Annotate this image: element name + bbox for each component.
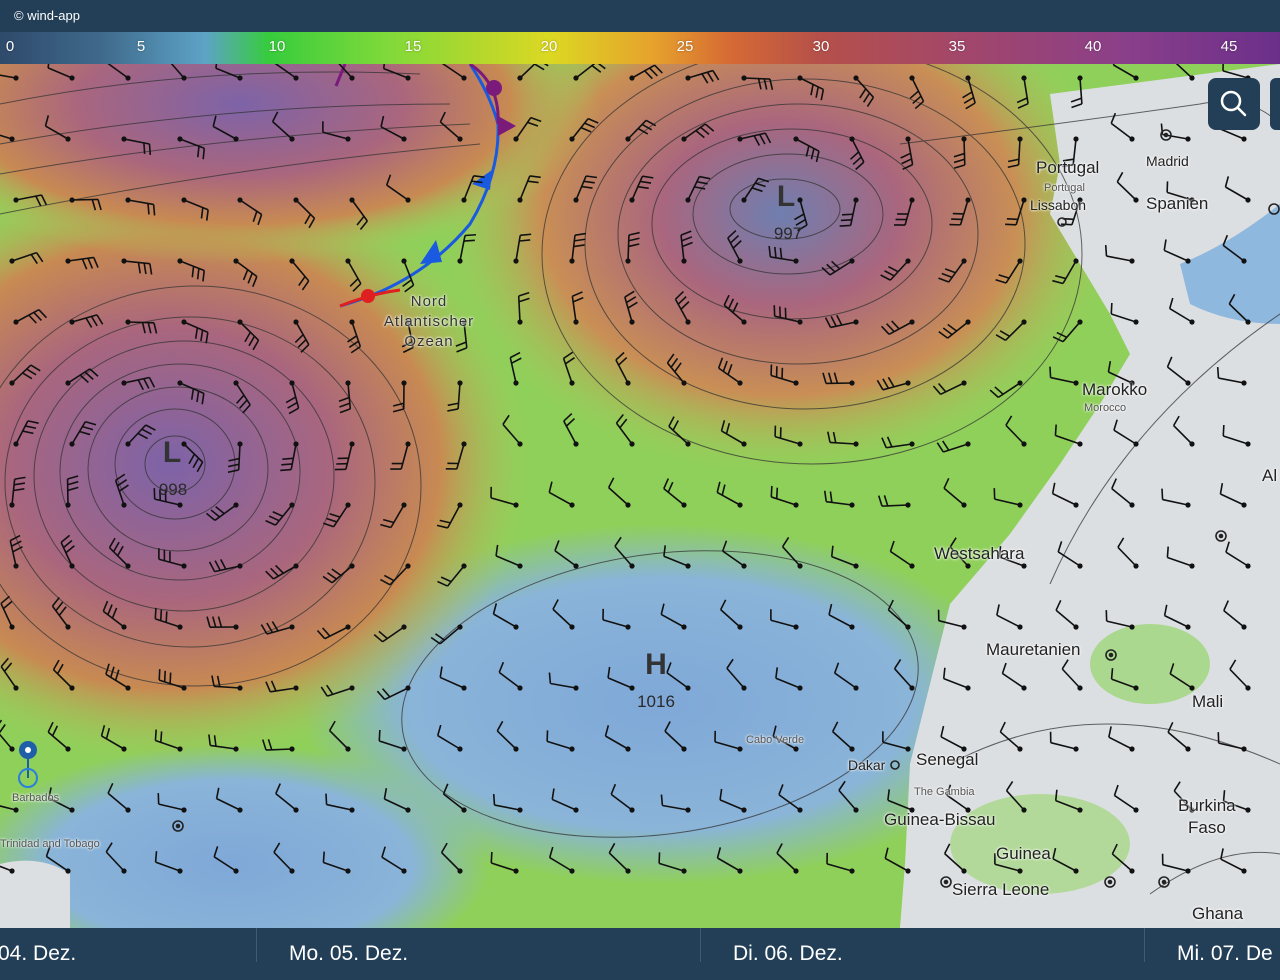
country-label-mauretanien: Mauretanien (986, 640, 1081, 659)
country-label-sierra-leone: Sierra Leone (952, 880, 1050, 899)
scale-tick: 45 (1220, 38, 1238, 55)
island-label-cabo-verde: Cabo Verde (746, 734, 805, 746)
scale-tick: 15 (404, 38, 422, 55)
wind-speed-scale: 0 5 10 15 20 25 30 35 40 45 (0, 32, 1280, 64)
wind-map[interactable]: L 997 L 998 H 1016 Nord Atlantischer Oze… (0, 64, 1280, 928)
country-label-westsahara: Westsahara (934, 544, 1025, 563)
top-bar: © wind-app (0, 0, 1280, 32)
country-label-spanien: Spanien (1146, 194, 1209, 213)
country-label-small: Morocco (1084, 402, 1127, 414)
city-label-madrid: Madrid (1146, 153, 1189, 169)
island-label-trinidad: Trinidad and Tobago (0, 838, 100, 850)
pressure-symbol-low: L (162, 436, 182, 469)
timeline-day[interactable]: Di. 06. Dez. (733, 942, 843, 966)
city-label-dakar: Dakar (848, 757, 886, 773)
timeline-day[interactable]: 04. Dez. (0, 942, 76, 966)
search-button[interactable] (1208, 78, 1260, 130)
country-label-small: Portugal (1044, 182, 1085, 194)
timeline-separator (1144, 928, 1145, 962)
map-layer (0, 64, 1280, 928)
pressure-value: 998 (158, 480, 188, 499)
ocean-label-line: Ozean (404, 333, 454, 350)
scale-tick: 5 (136, 38, 146, 55)
occluded-front-marker (486, 80, 502, 96)
ocean-label-line: Atlantischer (383, 313, 475, 330)
pressure-value: 997 (773, 224, 803, 243)
country-label-ghana: Ghana (1192, 904, 1244, 923)
country-label-portugal: Portugal (1036, 158, 1100, 177)
timeline-separator (700, 928, 701, 962)
country-label-guinea: Guinea (996, 844, 1051, 863)
country-label-burkina-faso: Burkina (1178, 796, 1236, 815)
island-label-barbados: Barbados (12, 792, 60, 804)
credit-text: © wind-app (14, 8, 80, 23)
country-label-burkina-faso: Faso (1188, 818, 1226, 837)
search-icon (1220, 90, 1247, 117)
country-label-marokko: Marokko (1082, 380, 1148, 399)
timeline-day[interactable]: Mi. 07. De (1177, 942, 1273, 966)
scale-tick: 20 (540, 38, 558, 55)
scale-tick: 10 (268, 38, 286, 55)
scale-tick: 35 (948, 38, 966, 55)
scale-tick: 30 (812, 38, 830, 55)
country-label-mali: Mali (1192, 692, 1224, 711)
pressure-symbol-high: H (645, 648, 667, 681)
pressure-symbol-low: L (776, 180, 796, 213)
country-label-senegal: Senegal (916, 750, 979, 769)
timeline-separator (256, 928, 257, 962)
country-label-small: The Gambia (914, 786, 975, 798)
ocean-label: Nord Atlantischer Ozean (372, 292, 486, 352)
scale-tick: 40 (1084, 38, 1102, 55)
timeline-day[interactable]: Mo. 05. Dez. (289, 942, 408, 966)
city-label-lissabon: Lissabon (1030, 197, 1087, 213)
scale-tick: 0 (5, 38, 15, 55)
scale-tick: 25 (676, 38, 694, 55)
pressure-value: 1016 (637, 692, 675, 711)
side-panel-button[interactable] (1270, 78, 1280, 130)
country-label-guinea-bissau: Guinea-Bissau (884, 810, 996, 829)
ocean-label-line: Nord (410, 293, 448, 310)
timeline-bar[interactable]: 04. Dez. Mo. 05. Dez. Di. 06. Dez. Mi. 0… (0, 928, 1280, 980)
country-label-algeria: Al (1262, 466, 1278, 485)
